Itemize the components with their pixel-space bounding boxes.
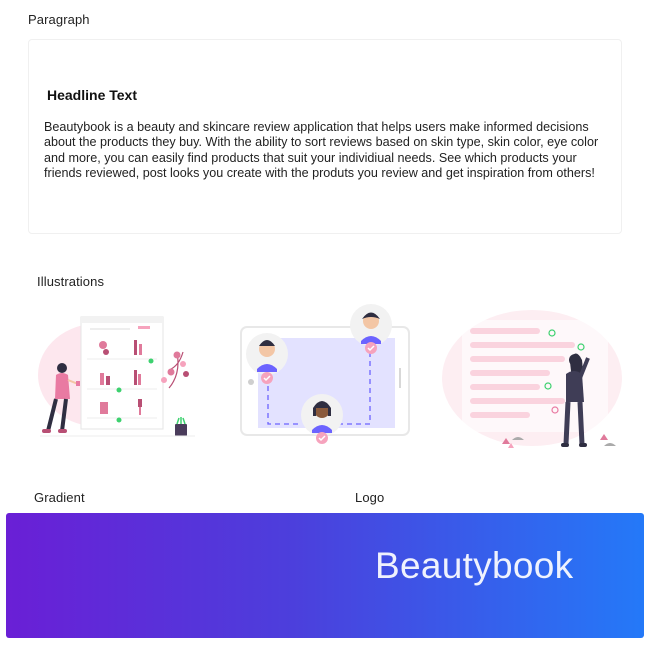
section-label-gradient: Gradient bbox=[34, 490, 85, 505]
logo-wordmark: Beautybook bbox=[375, 545, 574, 586]
shopping-products-illustration bbox=[30, 300, 200, 460]
section-label-paragraph: Paragraph bbox=[28, 12, 90, 27]
section-label-logo: Logo bbox=[355, 490, 385, 505]
paragraph-body: Beautybook is a beauty and skincare revi… bbox=[44, 120, 599, 181]
section-label-illustrations: Illustrations bbox=[37, 274, 105, 289]
reviews-board-illustration bbox=[440, 300, 625, 460]
profiles-connection-illustration bbox=[236, 300, 412, 460]
paragraph-card: Headline Text Beautybook is a beauty and… bbox=[28, 39, 622, 234]
headline-text: Headline Text bbox=[47, 87, 137, 103]
